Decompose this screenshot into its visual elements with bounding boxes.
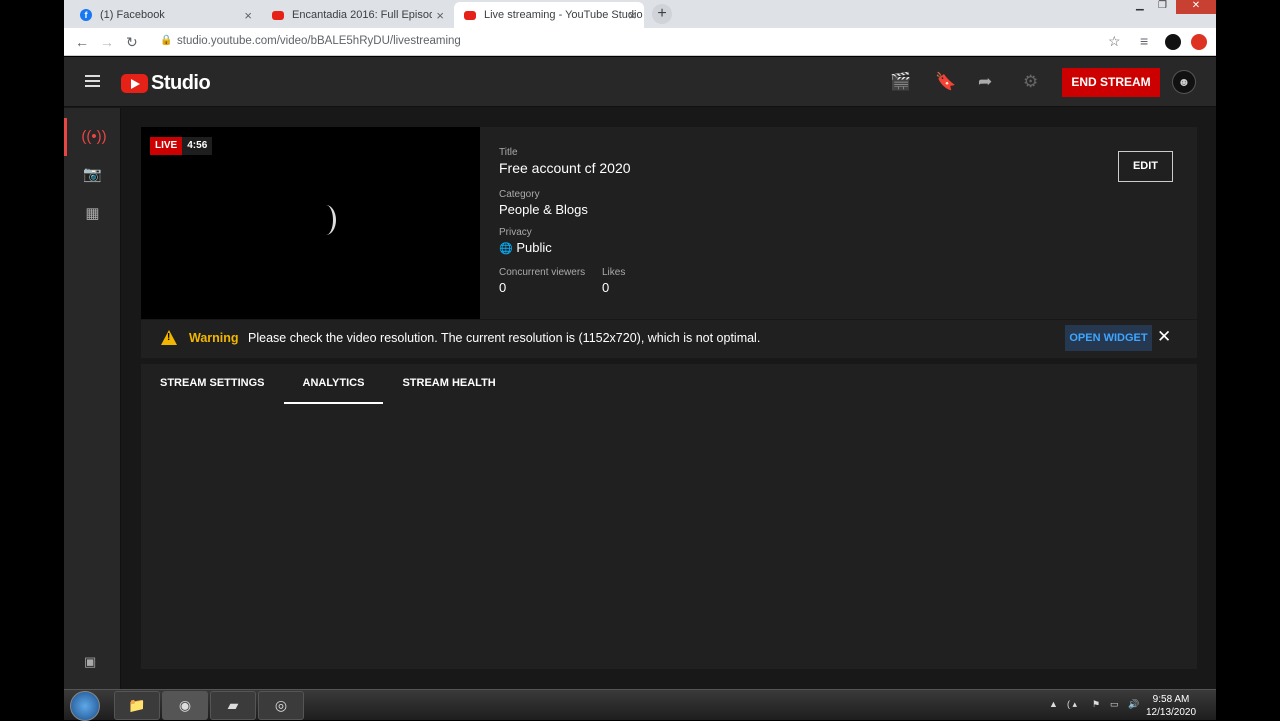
studio-header: Studio 🎬 🔖 ➦ ⚙ END STREAM ☻	[64, 57, 1216, 107]
viewers-label: Concurrent viewers	[499, 267, 586, 278]
volume-icon[interactable]: 🔊	[1128, 699, 1139, 710]
reload-icon[interactable]: ↻	[126, 34, 138, 51]
loading-spinner-icon	[316, 205, 336, 235]
feedback-icon[interactable]: ▣	[84, 654, 96, 670]
clock[interactable]: 9:58 AM 12/13/2020	[1146, 693, 1196, 719]
studio-app: Studio 🎬 🔖 ➦ ⚙ END STREAM ☻ ((•)) 📷 ▦ ▣ …	[64, 57, 1216, 689]
live-label: LIVE	[150, 137, 183, 155]
stream-title: Free account cf 2020	[499, 160, 631, 176]
elapsed-time: 4:56	[182, 137, 213, 155]
avatar[interactable]: ☻	[1172, 70, 1196, 94]
clock-time: 9:58 AM	[1152, 694, 1190, 705]
maximize-icon[interactable]: ❐	[1158, 0, 1167, 11]
stream-info-panel: LIVE 4:56 Title Free account cf 2020 Cat…	[141, 127, 1197, 319]
obs-icon[interactable]: ◎	[258, 691, 304, 720]
tab-analytics[interactable]: ANALYTICS	[283, 364, 384, 404]
stream-category: People & Blogs	[499, 202, 588, 217]
close-icon[interactable]: ✕	[1157, 327, 1171, 347]
warning-banner: Warning Please check the video resolutio…	[141, 320, 1197, 358]
close-icon[interactable]: ×	[436, 8, 444, 23]
clapperboard-icon[interactable]: 🎬	[890, 72, 911, 92]
category-label: Category	[499, 189, 540, 200]
flag-icon[interactable]: ⚑	[1092, 699, 1100, 710]
calendar-icon[interactable]: ▦	[64, 195, 121, 233]
close-icon[interactable]: ×	[628, 8, 636, 23]
network-icon[interactable]: ▭	[1110, 699, 1119, 710]
screen: f (1) Facebook × Encantadia 2016: Full E…	[0, 0, 1280, 721]
windows-taskbar: 📁 ◉ ▰ ◎ ▲ ( ▴ ⚑ ▭ 🔊 9:58 AM 12/13/2020	[64, 689, 1216, 721]
likes-value: 0	[602, 280, 610, 295]
left-rail: ((•)) 📷 ▦	[64, 108, 121, 689]
tabs-panel: STREAM SETTINGS ANALYTICS STREAM HEALTH	[141, 364, 1197, 669]
tab-title: (1) Facebook	[100, 9, 165, 21]
app-icon[interactable]: ▰	[210, 691, 256, 720]
file-explorer-icon[interactable]: 📁	[114, 691, 160, 720]
tab-stream-settings[interactable]: STREAM SETTINGS	[141, 364, 284, 404]
tab-bar: STREAM SETTINGS ANALYTICS STREAM HEALTH	[141, 364, 515, 404]
tab-stream-health[interactable]: STREAM HEALTH	[383, 364, 514, 404]
tab-youtube-studio[interactable]: Live streaming - YouTube Studio ×	[454, 2, 644, 28]
youtube-icon	[272, 10, 284, 20]
camera-icon[interactable]: 📷	[64, 156, 121, 194]
url-field[interactable]: studio.youtube.com/video/bBALE5hRyDU/liv…	[177, 35, 461, 47]
start-button[interactable]	[70, 691, 100, 721]
open-widget-button[interactable]: OPEN WIDGET	[1065, 325, 1152, 351]
extension-icon[interactable]	[1165, 34, 1181, 50]
tab-title: Encantadia 2016: Full Episode 19	[292, 9, 432, 21]
likes-label: Likes	[602, 267, 626, 278]
forward-icon[interactable]: →	[100, 34, 114, 50]
bookmark-icon[interactable]: 🔖	[935, 72, 956, 92]
lock-icon: 🔒	[160, 35, 173, 46]
studio-logo[interactable]: Studio	[121, 72, 211, 95]
tab-title: Live streaming - YouTube Studio	[484, 9, 643, 21]
warning-icon	[161, 330, 177, 345]
live-icon[interactable]: ((•))	[64, 118, 121, 156]
new-tab-button[interactable]: +	[652, 4, 672, 24]
viewers-stat: Concurrent viewers 0	[499, 267, 602, 295]
browser-tab-strip: f (1) Facebook × Encantadia 2016: Full E…	[64, 0, 1216, 28]
star-icon[interactable]: ☆	[1108, 33, 1121, 50]
address-bar: ← → ↻ 🔒 studio.youtube.com/video/bBALE5h…	[64, 28, 1216, 56]
stream-details: Title Free account cf 2020 Category Peop…	[499, 147, 631, 295]
youtube-icon	[464, 10, 476, 20]
clock-date: 12/13/2020	[1146, 707, 1197, 718]
end-stream-button[interactable]: END STREAM	[1062, 68, 1160, 97]
tray-expand-icon[interactable]: ▲	[1049, 699, 1058, 709]
close-icon[interactable]: ×	[244, 8, 252, 23]
minimize-icon[interactable]: ▁	[1136, 0, 1144, 11]
extension-red-icon[interactable]	[1191, 34, 1207, 50]
likes-stat: Likes 0	[602, 267, 625, 295]
warning-title: Warning	[189, 331, 239, 345]
settings-icon[interactable]: ⚙	[1023, 72, 1038, 92]
back-icon[interactable]: ←	[75, 34, 89, 50]
tray-icon[interactable]: ( ▴	[1067, 699, 1077, 710]
privacy-label: Privacy	[499, 227, 532, 238]
live-badge: LIVE 4:56	[150, 137, 213, 155]
logo-text: Studio	[151, 72, 211, 94]
playlist-icon[interactable]: ≡	[1140, 33, 1148, 49]
edit-button[interactable]: EDIT	[1118, 151, 1173, 182]
menu-icon[interactable]	[85, 75, 100, 87]
video-preview[interactable]: LIVE 4:56	[141, 127, 480, 319]
facebook-icon: f	[80, 9, 92, 21]
stats-row: Concurrent viewers 0 Likes 0	[499, 267, 631, 295]
tab-encantadia[interactable]: Encantadia 2016: Full Episode 19 ×	[262, 2, 452, 28]
tab-facebook[interactable]: f (1) Facebook ×	[70, 2, 260, 28]
privacy-value-row: 🌐 Public	[499, 240, 631, 255]
privacy-value: Public	[516, 240, 552, 255]
youtube-play-icon	[121, 74, 148, 93]
title-label: Title	[499, 147, 518, 158]
viewers-value: 0	[499, 280, 507, 295]
close-window-icon[interactable]: ✕	[1176, 0, 1216, 14]
share-icon[interactable]: ➦	[978, 72, 992, 92]
warning-message: Please check the video resolution. The c…	[248, 331, 761, 345]
globe-icon: 🌐	[499, 243, 513, 255]
chrome-icon[interactable]: ◉	[162, 691, 208, 720]
